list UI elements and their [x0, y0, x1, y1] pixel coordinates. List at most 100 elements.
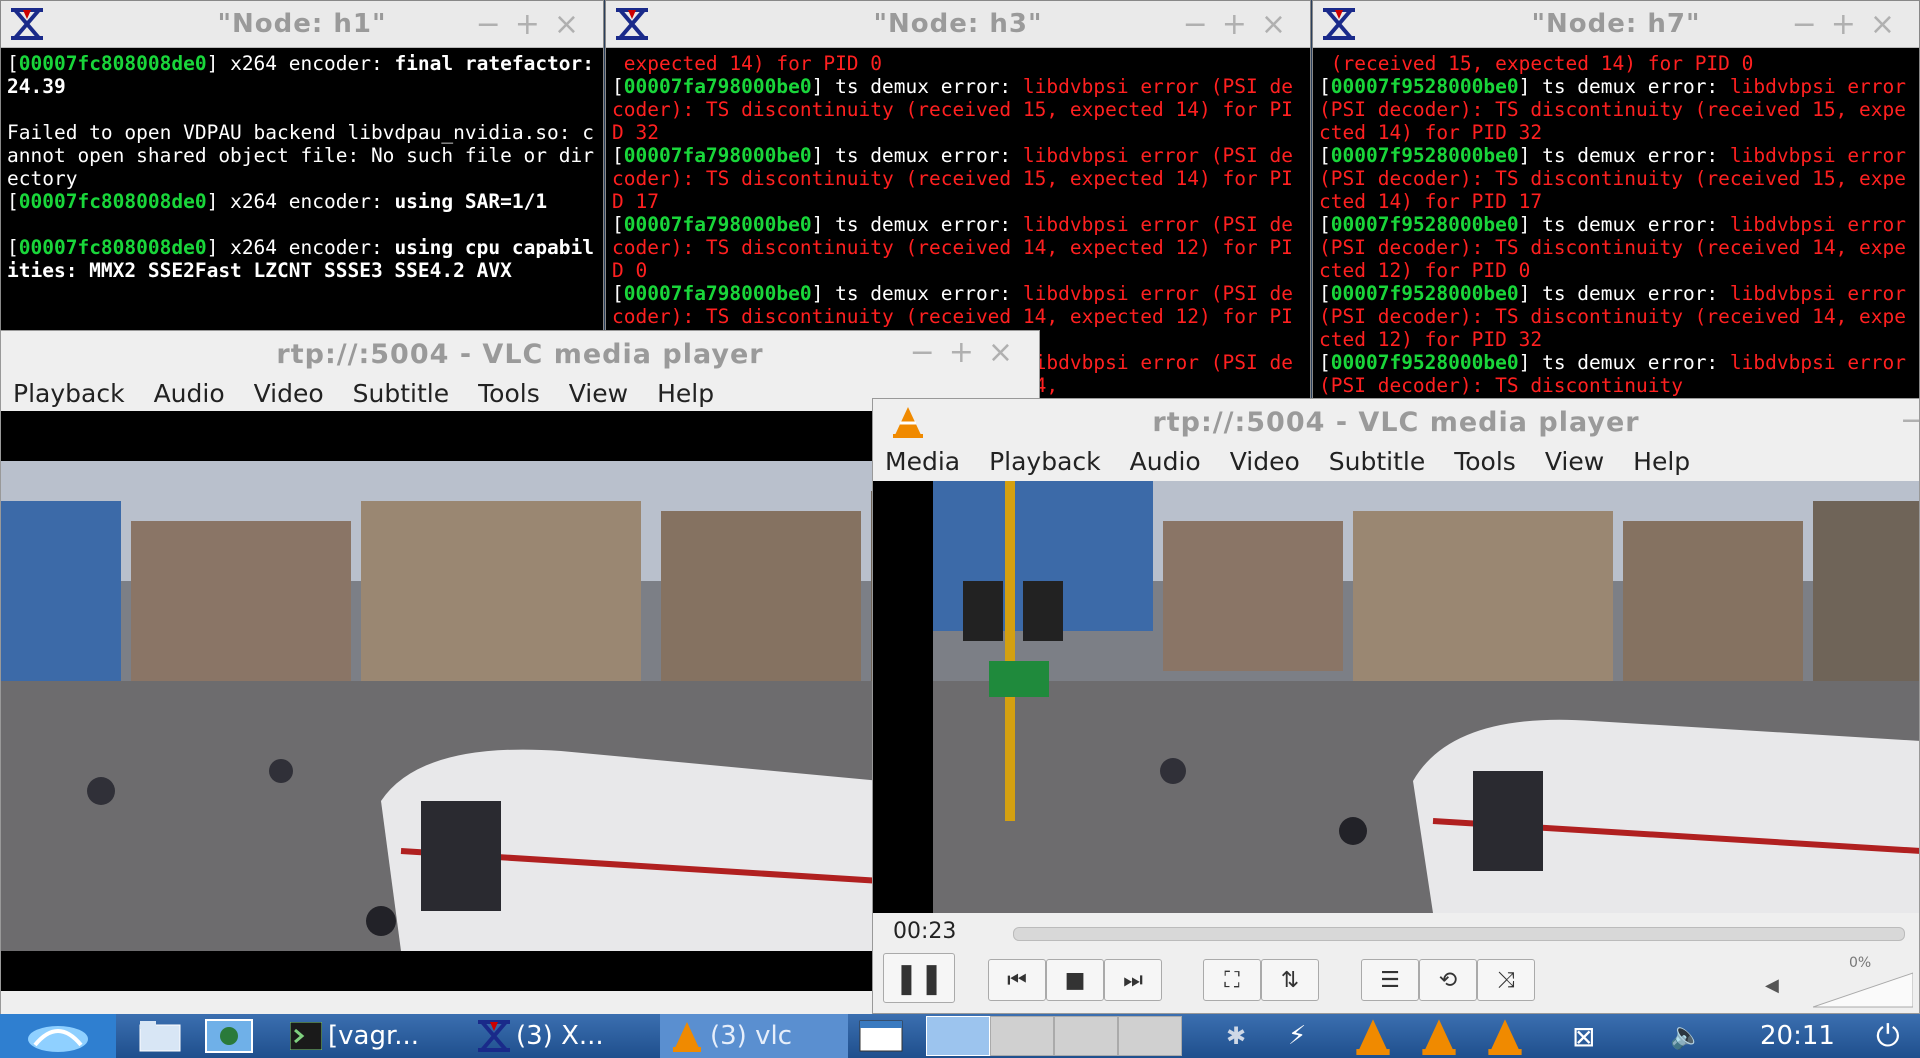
- menu-tools[interactable]: Tools: [1454, 447, 1516, 476]
- terminal-text: [: [612, 282, 624, 305]
- terminal-titlebar[interactable]: "Node: h1" −+×: [1, 1, 603, 48]
- window-controls[interactable]: −: [1900, 403, 1919, 438]
- pause-button[interactable]: ❚❚: [883, 953, 955, 1003]
- taskbar-item-vlc[interactable]: (3) vlc: [660, 1014, 848, 1058]
- terminal-text: 00007f9528000be0: [1330, 213, 1519, 236]
- workspace-2[interactable]: [990, 1016, 1054, 1056]
- video-area[interactable]: [873, 481, 1919, 913]
- terminal-line: Failed to open VDPAU backend libvdpau_nv…: [7, 121, 597, 190]
- xterm-icon: [478, 1020, 510, 1052]
- fullscreen-button[interactable]: ⛶: [1203, 959, 1261, 1001]
- workspace-switcher[interactable]: [926, 1014, 1186, 1058]
- power-icon[interactable]: ⏻: [1876, 1014, 1900, 1058]
- menu-video[interactable]: Video: [1230, 447, 1300, 476]
- menu-help[interactable]: Help: [657, 379, 714, 408]
- terminal-line: [00007f9528000be0] ts demux error: libdv…: [1319, 282, 1913, 351]
- clock[interactable]: 20:11: [1760, 1014, 1835, 1058]
- file-manager-launcher[interactable]: [138, 1014, 188, 1058]
- menu-view[interactable]: View: [1545, 447, 1604, 476]
- menu-media[interactable]: Media: [885, 447, 960, 476]
- vlc-titlebar[interactable]: rtp://:5004 - VLC media player −: [873, 399, 1919, 443]
- terminal-line: [00007fc808008de0] x264 encoder: using c…: [7, 236, 597, 282]
- workspace-3[interactable]: [1054, 1016, 1118, 1056]
- volume-icon[interactable]: 🔈: [1670, 1014, 1702, 1058]
- terminal-text: 00007f9528000be0: [1330, 144, 1519, 167]
- terminal-text: 00007fa798000be0: [623, 144, 812, 167]
- menu-tools[interactable]: Tools: [478, 379, 540, 408]
- vlc-window-front[interactable]: rtp://:5004 - VLC media player − Media P…: [872, 398, 1920, 1014]
- volume-slider[interactable]: 0%: [1812, 955, 1914, 1009]
- previous-button[interactable]: ⏮: [988, 959, 1046, 1001]
- terminal-text: [: [7, 236, 19, 259]
- terminal-titlebar[interactable]: "Node: h7" −+×: [1313, 1, 1919, 48]
- terminal-text: 00007fa798000be0: [623, 75, 812, 98]
- window-controls[interactable]: −+×: [1792, 7, 1909, 42]
- terminal-text: 00007f9528000be0: [1330, 282, 1519, 305]
- shuffle-button[interactable]: ⤨: [1477, 959, 1535, 1001]
- terminal-text: [: [1319, 213, 1331, 236]
- speaker-icon[interactable]: ◀: [1765, 975, 1779, 996]
- menu-audio[interactable]: Audio: [1130, 447, 1201, 476]
- terminal-text: [: [612, 75, 624, 98]
- window-controls[interactable]: −+×: [910, 335, 1027, 370]
- vlc-tray-icon-2[interactable]: [1420, 1014, 1458, 1058]
- extended-settings-button[interactable]: ⇅: [1261, 959, 1319, 1001]
- vlc-controls: 00:23 ❚❚ ⏮ ■ ⏭ ⛶ ⇅ ☰ ⟲ ⤨ ◀ 0%: [873, 913, 1919, 1013]
- workspace-1[interactable]: [926, 1016, 990, 1056]
- playlist-button[interactable]: ☰: [1361, 959, 1419, 1001]
- menu-view[interactable]: View: [569, 379, 628, 408]
- network-status-icon[interactable]: ⊠: [1572, 1014, 1595, 1058]
- terminal-text: ] x264 encoder:: [206, 52, 395, 75]
- terminal-text: 00007f9528000be0: [1330, 75, 1519, 98]
- start-menu-button[interactable]: [0, 1014, 116, 1058]
- bluetooth-icon[interactable]: ✱: [1226, 1014, 1246, 1058]
- terminal-text: ] ts demux error:: [811, 144, 1023, 167]
- terminal-line: [00007f9528000be0] ts demux error: libdv…: [1319, 75, 1913, 144]
- terminal-text: ] x264 encoder:: [206, 190, 395, 213]
- menu-playback[interactable]: Playback: [989, 447, 1101, 476]
- terminal-output: (received 15, expected 14) for PID 0 [000…: [1313, 48, 1919, 397]
- stop-button[interactable]: ■: [1046, 959, 1104, 1001]
- window-icon[interactable]: [858, 1014, 908, 1058]
- seek-bar[interactable]: [1013, 927, 1905, 941]
- terminal-line: [7, 213, 597, 236]
- taskbar-item-xterm[interactable]: (3) X...: [476, 1014, 646, 1058]
- vlc-tray-icon-1[interactable]: [1354, 1014, 1392, 1058]
- workspace-4[interactable]: [1118, 1016, 1182, 1056]
- vlc-titlebar[interactable]: rtp://:5004 - VLC media player −+×: [1, 331, 1039, 375]
- menu-subtitle[interactable]: Subtitle: [1329, 447, 1425, 476]
- terminal-line: [00007f9528000be0] ts demux error: libdv…: [1319, 351, 1913, 397]
- loop-button[interactable]: ⟲: [1419, 959, 1477, 1001]
- terminal-text: 00007f9528000be0: [1330, 351, 1519, 374]
- terminal-text: ] ts demux error:: [1518, 282, 1730, 305]
- vlc-title: rtp://:5004 - VLC media player: [1152, 407, 1640, 438]
- menu-video[interactable]: Video: [254, 379, 324, 408]
- window-controls[interactable]: −+×: [1183, 7, 1300, 42]
- vlc-tray-icon-3[interactable]: [1486, 1014, 1524, 1058]
- terminal-text: (received 15, expected 14) for PID 0: [1319, 52, 1754, 75]
- terminal-line: [00007fc808008de0] x264 encoder: using S…: [7, 190, 597, 213]
- taskbar-item-label: (3) X...: [516, 1021, 604, 1051]
- terminal-text: ] ts demux error:: [1518, 75, 1730, 98]
- terminal-text: 00007fc808008de0: [18, 236, 207, 259]
- terminal-line: [00007fc808008de0] x264 encoder: final r…: [7, 52, 597, 98]
- menu-subtitle[interactable]: Subtitle: [353, 379, 449, 408]
- menu-audio[interactable]: Audio: [154, 379, 225, 408]
- menu-help[interactable]: Help: [1633, 447, 1690, 476]
- network-tray-icon[interactable]: ⚡: [1288, 1014, 1306, 1058]
- terminal-text: ] ts demux error:: [1518, 144, 1730, 167]
- menu-playback[interactable]: Playback: [13, 379, 125, 408]
- elapsed-time: 00:23: [893, 919, 957, 944]
- network-launcher[interactable]: [204, 1014, 260, 1058]
- window-controls[interactable]: −+×: [476, 7, 593, 42]
- terminal-text: [: [1319, 351, 1331, 374]
- vlc-title: rtp://:5004 - VLC media player: [276, 339, 764, 370]
- terminal-text: [: [612, 144, 624, 167]
- next-button[interactable]: ⏭: [1104, 959, 1162, 1001]
- network-desktop-icon: [205, 1019, 253, 1053]
- terminal-titlebar[interactable]: "Node: h3" −+×: [606, 1, 1310, 48]
- taskbar: [vagr... (3) X... (3) vlc ✱ ⚡ ⊠ 🔈 20:11 …: [0, 1014, 1920, 1058]
- terminal-window-h7[interactable]: "Node: h7" −+× (received 15, expected 14…: [1312, 0, 1920, 400]
- terminal-line: [00007f9528000be0] ts demux error: libdv…: [1319, 144, 1913, 213]
